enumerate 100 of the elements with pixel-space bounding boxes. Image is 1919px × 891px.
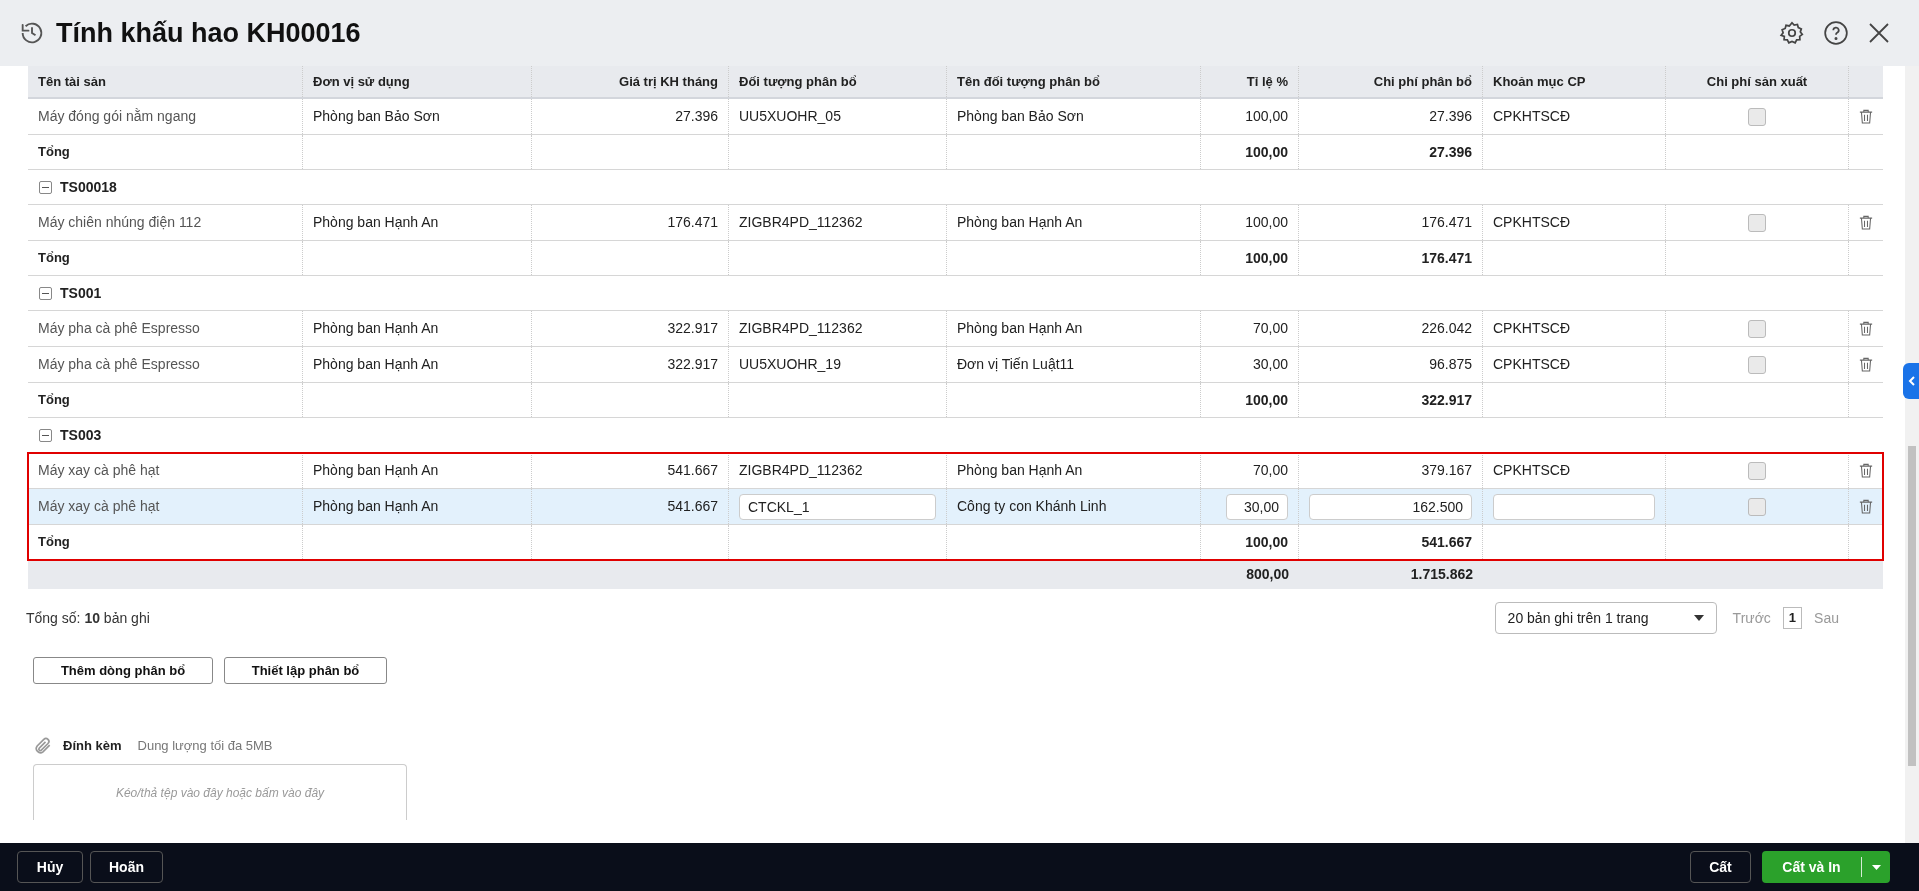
column-header: Chi phí phân bổ	[1373, 72, 1472, 91]
cost-input[interactable]: 162.500	[1309, 493, 1472, 520]
monthly-value: 322.917	[667, 319, 718, 338]
allocation-target-code: UU5XUOHR_05	[739, 107, 841, 126]
allocation-target-name: Phòng ban Hạnh An	[957, 319, 1083, 338]
checkbox[interactable]	[1748, 213, 1766, 232]
total-label: Tổng	[38, 143, 70, 162]
checkbox[interactable]	[1748, 107, 1766, 126]
ratio: 70,00	[1252, 461, 1288, 480]
close-icon[interactable]	[1867, 21, 1891, 45]
caret-icon[interactable]	[1871, 864, 1881, 870]
group-code: TS00018	[60, 177, 117, 197]
total-label: Tổng	[38, 249, 70, 268]
column-header: Giá trị KH tháng	[619, 72, 718, 91]
expense-item: CPKHTSCĐ	[1493, 107, 1570, 126]
collapse-icon[interactable]	[39, 428, 52, 442]
trash-icon[interactable]	[1859, 356, 1873, 373]
checkbox[interactable]	[1748, 461, 1766, 480]
collapse-icon[interactable]	[39, 286, 52, 300]
expense-item: CPKHTSCĐ	[1493, 355, 1570, 374]
total-cost: 176.471	[1421, 248, 1472, 268]
group-code: TS003	[60, 425, 102, 445]
usage-unit: Phòng ban Bảo Sơn	[313, 107, 440, 126]
total-ratio: 100,00	[1245, 248, 1288, 268]
allocated-cost: 226.042	[1421, 319, 1472, 338]
checkbox[interactable]	[1748, 319, 1766, 338]
attachment-label: Đính kèm	[63, 737, 122, 756]
ratio: 100,00	[1245, 213, 1288, 232]
caret-icon	[1693, 615, 1704, 621]
page-number[interactable]: 1	[1782, 607, 1803, 629]
column-header: Tỉ lệ %	[1246, 72, 1288, 91]
column-header: Tên tài sản	[38, 72, 106, 91]
grand-total-ratio: 800,00	[1246, 565, 1289, 584]
expense-item: CPKHTSCĐ	[1493, 213, 1570, 232]
monthly-value: 541.667	[667, 497, 718, 516]
paperclip-icon	[33, 736, 53, 756]
column-header: Chi phí sản xuất	[1706, 72, 1808, 91]
monthly-value: 27.396	[675, 107, 718, 126]
allocation-target-name: Phòng ban Hạnh An	[957, 213, 1083, 232]
trash-icon[interactable]	[1859, 462, 1873, 479]
window-title: Tính khấu hao KH00016	[56, 16, 361, 50]
total-ratio: 100,00	[1245, 532, 1288, 552]
allocated-cost: 96.875	[1429, 355, 1472, 374]
checkbox[interactable]	[1748, 355, 1766, 374]
monthly-value: 322.917	[667, 355, 718, 374]
usage-unit: Phòng ban Hạnh An	[313, 213, 439, 232]
settings-icon[interactable]	[1779, 20, 1805, 46]
asset-name: Máy pha cà phê Espresso	[38, 319, 200, 338]
total-cost: 541.667	[1421, 532, 1472, 552]
total-ratio: 100,00	[1245, 390, 1288, 410]
ratio: 30,00	[1252, 355, 1288, 374]
trash-icon[interactable]	[1859, 498, 1873, 515]
expense-item-input[interactable]	[1493, 493, 1655, 520]
usage-unit: Phòng ban Hạnh An	[313, 497, 439, 516]
total-ratio: 100,00	[1245, 142, 1288, 162]
help-icon[interactable]	[1823, 20, 1849, 46]
monthly-value: 176.471	[667, 213, 718, 232]
side-panel-toggle[interactable]	[1903, 363, 1919, 399]
asset-name: Máy xay cà phê hạt	[38, 497, 160, 516]
trash-icon[interactable]	[1859, 214, 1873, 231]
column-header: Đơn vị sử dụng	[313, 72, 410, 91]
allocation-target-code: ZIGBR4PD_112362	[739, 319, 863, 338]
allocated-cost: 27.396	[1429, 107, 1472, 126]
allocation-target-name: Công ty con Khánh Linh	[957, 497, 1107, 516]
allocation-target-name: Phòng ban Hạnh An	[957, 461, 1083, 480]
total-cost: 322.917	[1421, 390, 1472, 410]
checkbox[interactable]	[1748, 497, 1766, 516]
allocation-target-name: Đơn vị Tiến Luật11	[957, 355, 1075, 374]
group-code: TS001	[60, 283, 102, 303]
ratio-input[interactable]: 30,00	[1226, 493, 1288, 520]
action-button[interactable]: Thêm dòng phân bổ	[33, 657, 213, 684]
usage-unit: Phòng ban Hạnh An	[313, 319, 439, 338]
expense-item: CPKHTSCĐ	[1493, 319, 1570, 338]
action-button[interactable]: Thiết lập phân bổ	[224, 657, 387, 684]
footer-button[interactable]: Hủy	[17, 851, 83, 883]
save-button[interactable]: Cất	[1690, 851, 1751, 883]
collapse-icon[interactable]	[39, 180, 52, 194]
asset-name: Máy xay cà phê hạt	[38, 461, 160, 480]
grand-total-cost: 1.715.862	[1410, 565, 1473, 584]
save-print-label: Cất và In	[1762, 857, 1862, 877]
scrollbar-thumb[interactable]	[1908, 446, 1916, 766]
trash-icon[interactable]	[1859, 320, 1873, 337]
record-count: Tổng số: 10 bản ghi	[26, 608, 150, 628]
page-size-dropdown[interactable]: 20 bản ghi trên 1 trang	[1494, 602, 1717, 634]
asset-name: Máy pha cà phê Espresso	[38, 355, 200, 374]
allocation-target-name: Phòng ban Bảo Sơn	[957, 107, 1084, 126]
column-header: Đối tượng phân bổ	[739, 72, 857, 91]
ratio: 70,00	[1252, 319, 1288, 338]
usage-unit: Phòng ban Hạnh An	[313, 355, 439, 374]
allocation-target-code: ZIGBR4PD_112362	[739, 461, 863, 480]
monthly-value: 541.667	[667, 461, 718, 480]
usage-unit: Phòng ban Hạnh An	[313, 461, 439, 480]
chevron-left-icon	[1907, 376, 1915, 386]
footer-button[interactable]: Hoãn	[90, 851, 163, 883]
attachment-hint: Dung lượng tối đa 5MB	[137, 737, 273, 756]
allocated-cost: 176.471	[1421, 213, 1472, 232]
trash-icon[interactable]	[1859, 108, 1873, 125]
expense-item: CPKHTSCĐ	[1493, 461, 1570, 480]
allocated-cost: 379.167	[1421, 461, 1472, 480]
allocation-target-input[interactable]: CTCKL_1	[739, 493, 936, 520]
